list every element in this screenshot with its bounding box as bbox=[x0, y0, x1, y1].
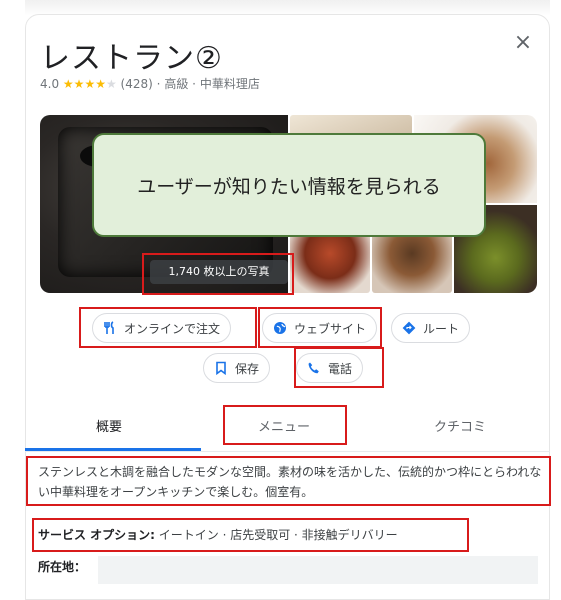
tab-overview[interactable]: 概要 bbox=[96, 416, 122, 435]
meta-separator: · bbox=[156, 77, 161, 91]
price-level: 高級 bbox=[164, 77, 189, 91]
restaurant-icon bbox=[103, 321, 117, 335]
review-count[interactable]: (428) bbox=[121, 77, 153, 91]
star-filled-icons: ★★★★ bbox=[62, 77, 106, 91]
address-value-redacted bbox=[98, 556, 538, 584]
rating-value: 4.0 bbox=[40, 77, 60, 91]
bookmark-icon bbox=[214, 361, 228, 375]
service-options-label: サービス オプション: bbox=[38, 528, 155, 542]
order-online-label: オンラインで注文 bbox=[124, 321, 221, 336]
meta-separator: · bbox=[192, 77, 196, 91]
service-options: サービス オプション: イートイン · 店先受取可 · 非接触デリバリー bbox=[38, 526, 398, 543]
address-label: 所在地： bbox=[38, 560, 87, 574]
order-online-button[interactable]: オンラインで注文 bbox=[92, 313, 232, 343]
callout-annotation: ユーザーが知りたい情報を見られる bbox=[92, 133, 486, 237]
tab-menu[interactable]: メニュー bbox=[258, 416, 310, 435]
save-button[interactable]: 保存 bbox=[203, 353, 271, 383]
call-label: 電話 bbox=[328, 361, 353, 376]
place-description: ステンレスと木調を融合したモダンな空間。素材の味を活かした、伝統的かつ枠にとらわ… bbox=[38, 465, 542, 499]
tab-reviews[interactable]: クチコミ bbox=[434, 416, 486, 435]
active-tab-indicator bbox=[25, 448, 201, 451]
website-button[interactable]: ウェブサイト bbox=[262, 313, 378, 343]
close-icon[interactable]: × bbox=[512, 32, 534, 54]
directions-icon bbox=[402, 321, 416, 335]
place-title: レストラン② bbox=[40, 41, 223, 76]
photo-count-button[interactable]: 1,740 枚以上の写真 bbox=[150, 260, 288, 284]
website-label: ウェブサイト bbox=[294, 321, 367, 336]
call-button[interactable]: 電話 bbox=[296, 353, 364, 383]
place-panel bbox=[25, 14, 550, 600]
phone-icon bbox=[307, 361, 321, 375]
globe-icon bbox=[273, 321, 287, 335]
place-category[interactable]: 中華料理店 bbox=[200, 77, 260, 91]
rating-stars: ★★★★★ bbox=[63, 77, 117, 91]
route-button[interactable]: ルート bbox=[391, 313, 471, 343]
service-options-value: イートイン · 店先受取可 · 非接触デリバリー bbox=[154, 528, 398, 542]
save-label: 保存 bbox=[235, 361, 260, 376]
place-meta: 4.0 ★★★★★ (428) · 高級 · 中華料理店 bbox=[40, 75, 260, 92]
star-empty-icon: ★ bbox=[105, 77, 117, 91]
route-label: ルート bbox=[423, 321, 460, 336]
